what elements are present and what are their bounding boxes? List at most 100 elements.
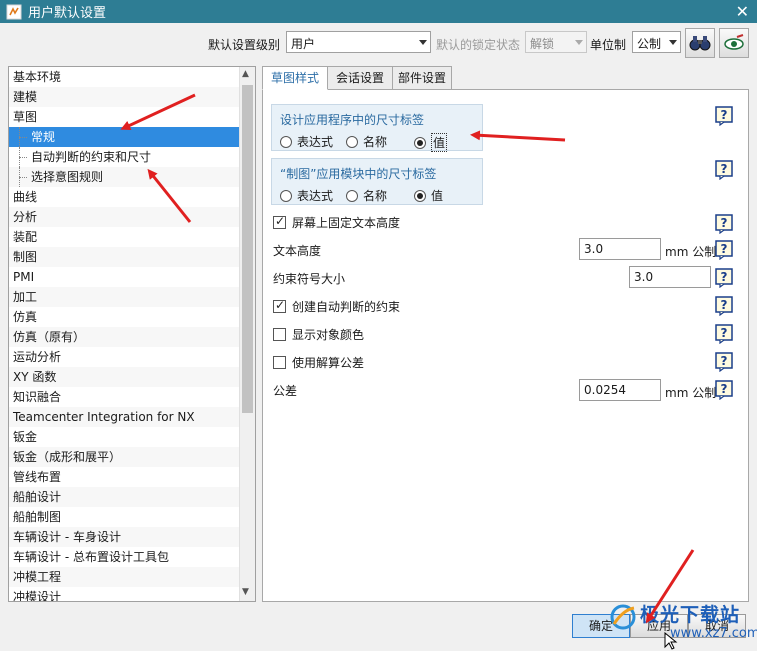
radio-label: 名称 — [363, 135, 388, 149]
tree-item[interactable]: XY 函数 — [9, 367, 240, 387]
constraint-symbol-input[interactable]: 3.0 — [629, 266, 711, 288]
tree-item[interactable]: 选择意图规则 — [9, 167, 240, 187]
level-select[interactable]: 用户 — [286, 31, 431, 53]
text-height-label-text: 文本高度 — [273, 244, 322, 258]
tree-item[interactable]: PMI — [9, 267, 240, 287]
tree-item[interactable]: 钣金（成形和展平） — [9, 447, 240, 467]
tree-item[interactable]: 车辆设计 - 总布置设计工具包 — [9, 547, 240, 567]
settings-app-icon — [6, 4, 22, 19]
help-icon-graphic: ? — [715, 214, 733, 235]
category-tree[interactable]: 基本环境 建模 草图 常规 自动判断的约束和尺寸 选择意图规则 曲线 分析 装配 制图 PMI 加工仿… — [8, 66, 256, 602]
help-icon-glyph: ? — [721, 382, 728, 396]
help-icon[interactable]: ? — [715, 380, 733, 401]
help-icon[interactable]: ? — [715, 324, 733, 345]
tree-scrollbar[interactable]: ▲ ▼ — [239, 67, 255, 601]
show-object-color-row[interactable]: 显示对象颜色 — [273, 326, 364, 343]
tree-item[interactable]: 分析 — [9, 207, 240, 227]
scroll-thumb[interactable] — [242, 85, 253, 413]
tolerance-label: 公差 — [273, 382, 297, 399]
create-constraints-row[interactable]: 创建自动判断的约束 — [273, 298, 400, 315]
help-icon-graphic: ? — [715, 324, 733, 345]
window-title: 用户默认设置 — [28, 6, 107, 21]
tree-item[interactable]: 装配 — [9, 227, 240, 247]
radio-label: 值 — [431, 189, 444, 203]
help-icon[interactable]: ? — [715, 160, 733, 181]
tree-item[interactable]: 船舶制图 — [9, 507, 240, 527]
tree-item[interactable]: 加工 — [9, 287, 240, 307]
help-icon[interactable]: ? — [715, 296, 733, 317]
radio-name[interactable]: 名称 — [346, 187, 387, 204]
tab-session-settings[interactable]: 会话设置 — [327, 66, 393, 90]
binoculars-button[interactable] — [685, 28, 715, 58]
scroll-up-icon[interactable]: ▲ — [242, 69, 249, 79]
radio-value[interactable]: 值 — [414, 187, 443, 204]
tree-item[interactable]: 常规 — [9, 127, 240, 147]
tolerance-input[interactable]: 0.0254 — [579, 379, 661, 401]
help-icon-graphic: ? — [715, 268, 733, 289]
tree-item[interactable]: 管线布置 — [9, 467, 240, 487]
tab-sketch-style[interactable]: 草图样式 — [262, 66, 328, 90]
tree-item[interactable]: 曲线 — [9, 187, 240, 207]
chevron-down-icon — [419, 40, 427, 45]
help-icon-graphic: ? — [715, 106, 733, 127]
ok-button[interactable]: 确定 — [572, 614, 630, 638]
cancel-button[interactable]: 取消 — [688, 614, 746, 638]
radio-circle — [280, 135, 292, 148]
tree-item[interactable]: 仿真（原有） — [9, 327, 240, 347]
tree-item[interactable]: Teamcenter Integration for NX — [9, 407, 240, 427]
scroll-down-icon[interactable]: ▼ — [242, 587, 249, 597]
fixed-text-height-row[interactable]: 屏幕上固定文本高度 — [273, 214, 400, 231]
fixed-text-height-label: 屏幕上固定文本高度 — [292, 216, 401, 230]
use-solve-tolerance-checkbox[interactable] — [273, 356, 286, 369]
mouse-cursor-icon — [664, 632, 678, 650]
radio-value[interactable]: 值 — [414, 133, 448, 152]
help-icon[interactable]: ? — [715, 106, 733, 127]
eye-search-button[interactable] — [719, 28, 749, 58]
help-icon-glyph: ? — [721, 242, 728, 256]
fixed-text-height-checkbox[interactable] — [273, 214, 286, 229]
group-title: “制图”应用模块中的尺寸标签 — [280, 167, 437, 181]
tree-item[interactable]: 自动判断的约束和尺寸 — [9, 147, 240, 167]
text-height-input[interactable]: 3.0 — [579, 238, 661, 260]
constraint-symbol-label: 约束符号大小 — [273, 270, 345, 287]
help-icon-glyph: ? — [721, 216, 728, 230]
lock-label: 默认的锁定状态 — [436, 38, 521, 52]
tree-item[interactable]: 钣金 — [9, 427, 240, 447]
help-icon-glyph: ? — [721, 298, 728, 312]
close-icon[interactable]: ✕ — [736, 2, 749, 21]
tree-item[interactable]: 知识融合 — [9, 387, 240, 407]
constraint-symbol-label-text: 约束符号大小 — [273, 272, 346, 286]
help-icon[interactable]: ? — [715, 214, 733, 235]
tree-item[interactable]: 船舶设计 — [9, 487, 240, 507]
tree-item[interactable]: 制图 — [9, 247, 240, 267]
tree-item[interactable]: 仿真 — [9, 307, 240, 327]
unit-select[interactable]: 公制 — [632, 31, 681, 53]
group-title: 设计应用程序中的尺寸标签 — [280, 113, 425, 127]
create-constraints-checkbox[interactable] — [273, 298, 286, 313]
tree-item[interactable]: 基本环境 — [9, 67, 240, 87]
apply-button[interactable]: 应用 — [630, 614, 688, 638]
help-icon-graphic: ? — [715, 296, 733, 317]
tree-item[interactable]: 车辆设计 - 车身设计 — [9, 527, 240, 547]
help-icon[interactable]: ? — [715, 268, 733, 289]
show-object-color-checkbox[interactable] — [273, 328, 286, 341]
help-icon[interactable]: ? — [715, 352, 733, 373]
radio-expression[interactable]: 表达式 — [280, 187, 333, 204]
radio-label: 名称 — [363, 189, 388, 203]
lock-select[interactable]: 解锁 — [525, 31, 587, 53]
radio-expression[interactable]: 表达式 — [280, 133, 333, 150]
text-height-label: 文本高度 — [273, 242, 321, 259]
tab-part-settings[interactable]: 部件设置 — [392, 66, 452, 90]
help-icon-glyph: ? — [721, 108, 728, 122]
tree-item[interactable]: 草图 — [9, 107, 240, 127]
settings-panel: 设计应用程序中的尺寸标签 表达式 名称 值 “制图”应用模块中的尺寸标签 表达式… — [262, 89, 749, 602]
radio-name[interactable]: 名称 — [346, 133, 387, 150]
help-icon-glyph: ? — [721, 354, 728, 368]
tree-item[interactable]: 建模 — [9, 87, 240, 107]
use-solve-tolerance-row[interactable]: 使用解算公差 — [273, 354, 364, 371]
radio-label: 值 — [431, 133, 448, 152]
tree-item[interactable]: 冲模工程 — [9, 567, 240, 587]
tree-item[interactable]: 运动分析 — [9, 347, 240, 367]
tree-item[interactable]: 冲模设计 — [9, 587, 240, 601]
help-icon[interactable]: ? — [715, 240, 733, 261]
